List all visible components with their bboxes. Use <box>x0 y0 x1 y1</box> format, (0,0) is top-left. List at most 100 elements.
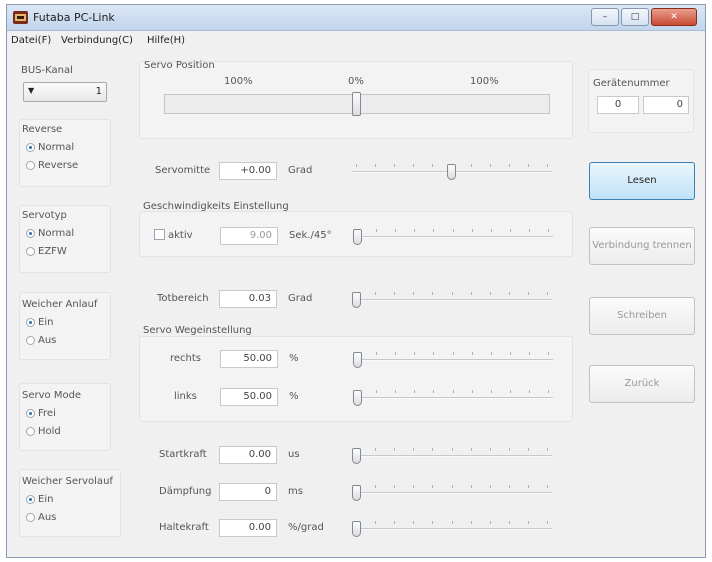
slider-tick <box>432 485 433 488</box>
totbereich-slider[interactable] <box>352 290 552 310</box>
slider-tick <box>529 229 530 232</box>
slider-tick <box>395 229 396 232</box>
slider-thumb[interactable] <box>352 448 361 464</box>
main-window: Futaba PC-Link – □ ✕ Datei(F) Verbindung… <box>6 4 706 558</box>
menu-datei[interactable]: Datei(F) <box>11 35 51 46</box>
slider-tick <box>453 229 454 232</box>
slider-thumb[interactable] <box>353 229 362 245</box>
mode-hold-radio[interactable]: Hold <box>26 426 61 437</box>
slider-tick <box>548 390 549 393</box>
slider-tick <box>375 485 376 488</box>
geschwindigkeit-field[interactable]: 9.00 <box>220 227 278 245</box>
mode-frei-radio[interactable]: Frei <box>26 408 56 419</box>
slider-tick <box>490 164 491 167</box>
slider-tick <box>433 352 434 355</box>
menu-verbindung[interactable]: Verbindung(C) <box>61 35 133 46</box>
totbereich-field[interactable]: 0.03 <box>219 290 277 308</box>
daempfung-label: Dämpfung <box>159 486 212 497</box>
links-field[interactable]: 50.00 <box>220 388 278 406</box>
haltekraft-slider[interactable] <box>352 519 552 539</box>
daempfung-field[interactable]: 0 <box>219 483 277 501</box>
aktiv-checkbox[interactable] <box>154 229 165 240</box>
slider-track <box>353 236 553 238</box>
slider-tick <box>547 164 548 167</box>
zurueck-button[interactable]: Zurück <box>589 365 695 403</box>
maximize-button[interactable]: □ <box>621 8 649 26</box>
radio-dot-icon <box>26 318 35 327</box>
startkraft-slider[interactable] <box>352 446 552 466</box>
haltekraft-label: Haltekraft <box>159 522 209 533</box>
slider-tick <box>453 352 454 355</box>
slider-tick <box>452 521 453 524</box>
reverse-normal-radio[interactable]: Normal <box>26 142 74 153</box>
slider-tick <box>491 352 492 355</box>
startkraft-field[interactable]: 0.00 <box>219 446 277 464</box>
servomitte-slider[interactable] <box>352 162 552 182</box>
haltekraft-field[interactable]: 0.00 <box>219 519 277 537</box>
lesen-button[interactable]: Lesen <box>589 162 695 200</box>
slider-tick <box>452 292 453 295</box>
title-bar[interactable]: Futaba PC-Link – □ ✕ <box>7 5 705 31</box>
radio-dot-icon <box>26 229 35 238</box>
slider-tick <box>432 448 433 451</box>
servotyp-ezfw-radio[interactable]: EZFW <box>26 246 67 257</box>
slider-tick <box>547 521 548 524</box>
slider-tick <box>509 485 510 488</box>
slider-tick <box>413 485 414 488</box>
slider-tick <box>490 485 491 488</box>
slider-tick <box>548 229 549 232</box>
menu-hilfe[interactable]: Hilfe(H) <box>147 35 185 46</box>
anlauf-aus-radio[interactable]: Aus <box>26 335 56 346</box>
links-slider[interactable] <box>353 388 553 408</box>
servomitte-field[interactable]: +0.00 <box>219 162 277 180</box>
slider-tick <box>490 448 491 451</box>
radio-dot-icon <box>26 409 35 418</box>
slider-track <box>352 528 552 530</box>
servolauf-aus-radio[interactable]: Aus <box>26 512 56 523</box>
slider-tick <box>375 292 376 295</box>
geschwindigkeit-slider[interactable] <box>353 227 553 247</box>
minimize-button[interactable]: – <box>591 8 619 26</box>
slider-thumb[interactable] <box>352 521 361 537</box>
slider-tick <box>471 448 472 451</box>
slider-thumb[interactable] <box>352 485 361 501</box>
slider-tick <box>491 390 492 393</box>
close-button[interactable]: ✕ <box>651 8 697 26</box>
radio-dot-icon <box>26 143 35 152</box>
slider-tick <box>472 352 473 355</box>
links-label: links <box>174 391 197 402</box>
slider-thumb[interactable] <box>353 390 362 406</box>
weicher-anlauf-label: Weicher Anlauf <box>22 299 98 310</box>
schreiben-button[interactable]: Schreiben <box>589 297 695 335</box>
verbindung-trennen-button[interactable]: Verbindung trennen <box>589 227 695 265</box>
slider-tick <box>376 352 377 355</box>
slider-tick <box>452 448 453 451</box>
daempfung-slider[interactable] <box>352 483 552 503</box>
aktiv-label: aktiv <box>168 230 193 241</box>
anlauf-ein-radio[interactable]: Ein <box>26 317 53 328</box>
slider-tick <box>375 521 376 524</box>
slider-tick <box>395 390 396 393</box>
slider-tick <box>471 521 472 524</box>
slider-tick <box>394 448 395 451</box>
bus-kanal-select[interactable]: ▼ 1 <box>23 82 107 102</box>
slider-tick <box>414 390 415 393</box>
slider-tick <box>433 229 434 232</box>
weicher-servolauf-group: Weicher Servolauf Ein Aus <box>19 469 121 537</box>
slider-track <box>352 455 552 457</box>
slider-tick <box>528 485 529 488</box>
servolauf-ein-radio[interactable]: Ein <box>26 494 53 505</box>
servo-position-label: Servo Position <box>144 60 215 71</box>
wegeinstellung-label: Servo Wegeinstellung <box>143 325 252 336</box>
reverse-group: Reverse Normal Reverse <box>19 119 111 187</box>
slider-thumb[interactable] <box>447 164 456 180</box>
rechts-field[interactable]: 50.00 <box>220 350 278 368</box>
slider-tick <box>395 352 396 355</box>
servotyp-normal-radio[interactable]: Normal <box>26 228 74 239</box>
reverse-reverse-radio[interactable]: Reverse <box>26 160 78 171</box>
slider-tick <box>510 352 511 355</box>
slider-thumb[interactable] <box>352 292 361 308</box>
slider-thumb[interactable] <box>353 352 362 368</box>
rechts-slider[interactable] <box>353 350 553 370</box>
slider-tick <box>491 229 492 232</box>
